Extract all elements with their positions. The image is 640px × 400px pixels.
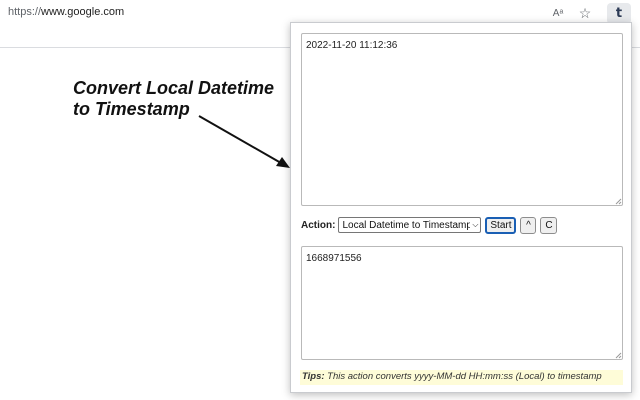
tips-label: Tips:	[302, 371, 325, 382]
input-resize-grip-icon[interactable]	[614, 197, 622, 205]
action-row: Action: Local Datetime to Timestamp ⌵ St…	[301, 215, 558, 235]
extension-popup: 2022-11-20 11:12:36 Action: Local Dateti…	[290, 22, 632, 393]
input-textarea[interactable]: 2022-11-20 11:12:36	[301, 33, 623, 206]
favorite-star-icon[interactable]: ☆	[576, 4, 594, 22]
action-label: Action:	[301, 219, 336, 231]
annotation-callout: Convert Local Datetime to Timestamp	[73, 78, 274, 120]
extension-button[interactable]: t	[607, 3, 631, 24]
url-host: www.google.com	[41, 6, 125, 18]
chevron-down-icon: ⌵	[472, 220, 479, 229]
start-button[interactable]: Start	[485, 216, 517, 234]
clear-button[interactable]: C	[540, 216, 558, 234]
tips-banner: Tips: This action converts yyyy-MM-dd HH…	[300, 370, 623, 385]
url-scheme: https://	[8, 6, 42, 18]
output-resize-grip-icon[interactable]	[614, 351, 622, 359]
action-select[interactable]: Local Datetime to Timestamp ⌵	[338, 217, 482, 233]
action-select-value: Local Datetime to Timestamp	[342, 219, 471, 231]
output-textarea[interactable]: 1668971556	[301, 246, 623, 360]
annotation-line-2: to Timestamp	[73, 99, 190, 119]
annotation-line-1: Convert Local Datetime	[73, 78, 275, 98]
tips-text: This action converts yyyy-MM-dd HH:mm:ss…	[324, 371, 602, 382]
read-aloud-icon[interactable]: Aᵃ	[549, 4, 567, 22]
address-bar[interactable]: https://www.google.com	[8, 6, 124, 18]
move-up-button[interactable]: ^	[520, 216, 537, 234]
extension-icon: t	[615, 6, 623, 21]
